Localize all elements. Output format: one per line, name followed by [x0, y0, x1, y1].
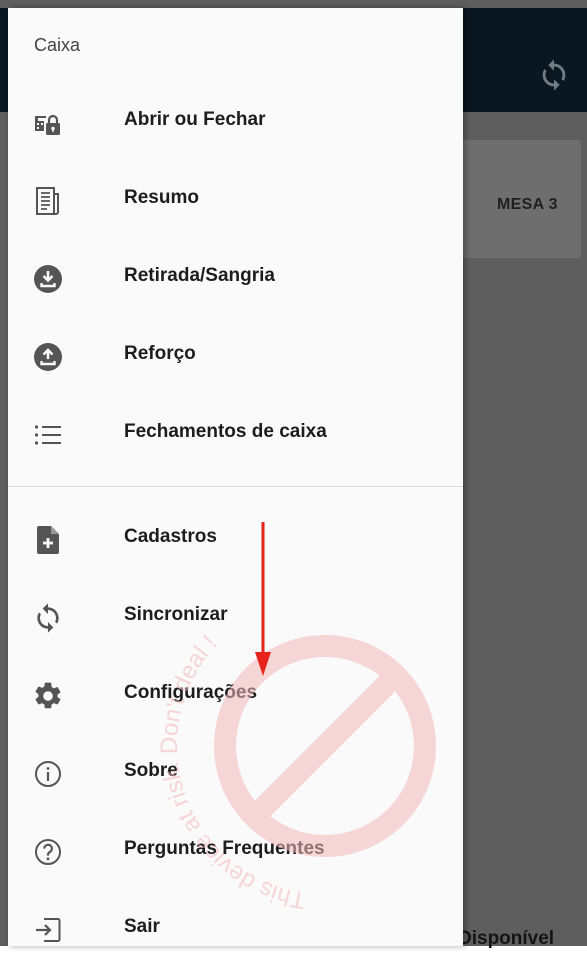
sync-icon: [37, 603, 59, 633]
menu-item-resumo[interactable]: Resumo: [8, 172, 463, 228]
info-icon: [35, 761, 61, 787]
section-title: Caixa: [34, 35, 81, 55]
menu-item-label: Perguntas Frequentes: [124, 838, 325, 859]
divider: [8, 486, 463, 487]
status-text: Disponível: [458, 928, 555, 949]
menu-item-label: Sobre: [124, 760, 178, 781]
menu-item-label: Configurações: [124, 682, 258, 703]
register-lock-icon: [35, 114, 60, 135]
exit-icon: [36, 918, 61, 942]
menu-item-retirada-sangria[interactable]: Retirada/Sangria: [8, 250, 463, 306]
menu-item-configuracoes[interactable]: Configurações: [8, 667, 463, 723]
menu-item-sincronizar[interactable]: Sincronizar: [8, 589, 463, 645]
menu-item-label: Retirada/Sangria: [124, 265, 275, 286]
sync-icon[interactable]: [537, 58, 571, 92]
document-icon: [36, 187, 59, 215]
menu-item-label: Sair: [124, 916, 160, 937]
menu-item-fechamentos[interactable]: Fechamentos de caixa: [8, 406, 463, 462]
menu-item-label: Sincronizar: [124, 604, 228, 625]
help-circle-icon: [35, 839, 61, 865]
menu-item-reforco[interactable]: Reforço: [8, 328, 463, 384]
menu-item-label: Fechamentos de caixa: [124, 421, 327, 442]
menu-item-sair[interactable]: Sair: [8, 901, 463, 957]
navigation-drawer: Caixa Abrir ou Fechar Resumo Retirada/Sa…: [8, 8, 463, 946]
menu-item-label: Reforço: [124, 343, 196, 364]
menu-item-abrir-fechar[interactable]: Abrir ou Fechar: [8, 94, 463, 150]
gear-icon: [35, 682, 61, 709]
list-icon: [34, 425, 61, 445]
menu-item-label: Resumo: [124, 187, 199, 208]
menu-item-label: Cadastros: [124, 526, 217, 547]
table-card-label: MESA 3: [497, 196, 558, 213]
add-file-icon: [37, 526, 59, 554]
menu-item-cadastros[interactable]: Cadastros: [8, 511, 463, 567]
menu-item-perguntas[interactable]: Perguntas Frequentes: [8, 823, 463, 879]
menu-item-sobre[interactable]: Sobre: [8, 745, 463, 801]
upload-circle-icon: [34, 343, 62, 371]
download-circle-icon: [34, 265, 62, 293]
menu-item-label: Abrir ou Fechar: [124, 109, 266, 130]
